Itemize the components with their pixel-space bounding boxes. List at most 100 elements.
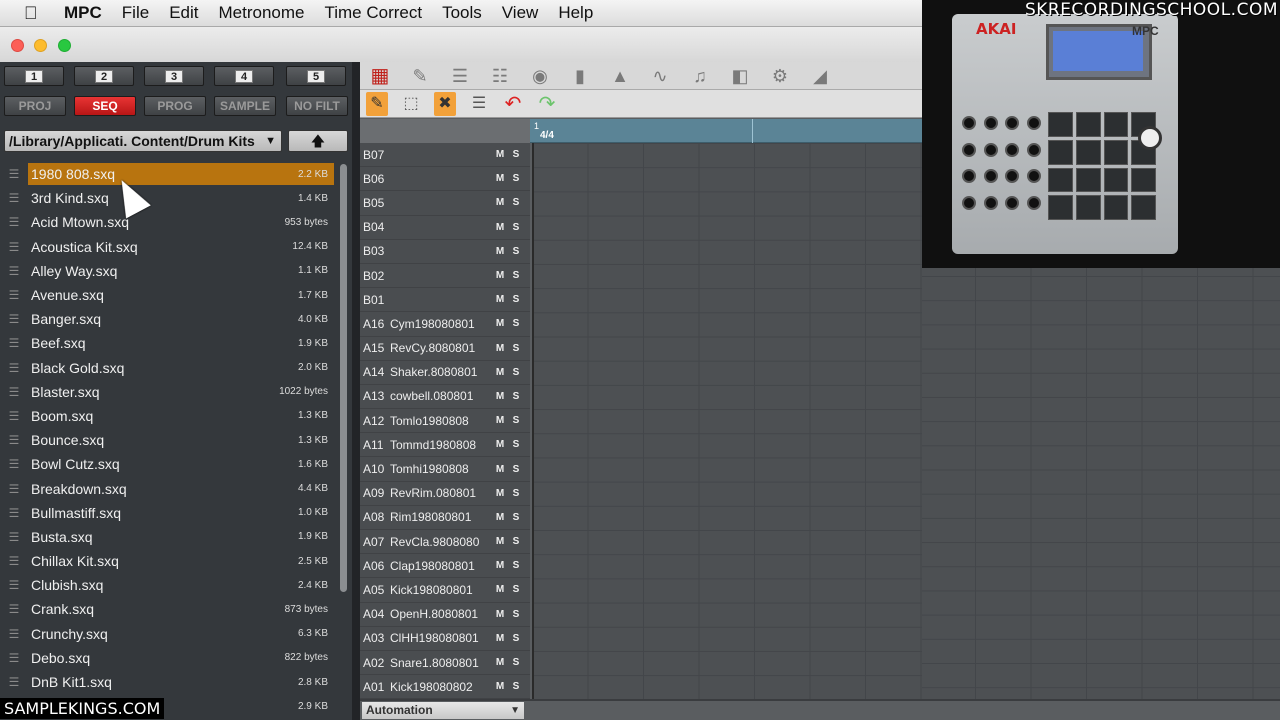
- mute-button[interactable]: M: [492, 415, 508, 426]
- solo-button[interactable]: S: [508, 657, 524, 668]
- mute-button[interactable]: M: [492, 367, 508, 378]
- mute-button[interactable]: M: [492, 197, 508, 208]
- pencil-tool-icon[interactable]: ✎: [400, 64, 440, 88]
- filter-sample-button[interactable]: SAMPLE: [214, 96, 276, 116]
- automation-icon[interactable]: ◢: [800, 64, 840, 88]
- plugin-icon[interactable]: ⚙: [760, 64, 800, 88]
- track-row[interactable]: A15 RevCy.8080801 M S: [360, 337, 530, 361]
- path-dropdown[interactable]: /Library/Applicati. Content/Drum Kits ▼: [4, 130, 282, 152]
- filter-seq-button[interactable]: SEQ: [74, 96, 136, 116]
- track-row[interactable]: B02 M S: [360, 264, 530, 289]
- track-row[interactable]: A11 Tommd1980808 M S: [360, 433, 530, 458]
- erase-tool-icon[interactable]: ✖: [434, 91, 456, 116]
- browser-slot-2-button[interactable]: 2: [74, 66, 134, 86]
- mute-button[interactable]: M: [492, 343, 508, 354]
- file-list-item[interactable]: ☰ DnB Kit1.sxq 2.8 KB: [0, 670, 338, 694]
- solo-button[interactable]: S: [508, 173, 524, 184]
- file-list-item[interactable]: ☰ Chillax Kit.sxq 2.5 KB: [0, 549, 338, 573]
- mute-button[interactable]: M: [492, 173, 508, 184]
- solo-button[interactable]: S: [508, 391, 524, 402]
- solo-button[interactable]: S: [508, 560, 524, 571]
- file-list-item[interactable]: ☰ Beef.sxq 1.9 KB: [0, 331, 338, 355]
- solo-button[interactable]: S: [508, 536, 524, 547]
- eye-icon[interactable]: ◉: [520, 64, 560, 88]
- mute-button[interactable]: M: [492, 512, 508, 523]
- menu-metronome[interactable]: Metronome: [218, 3, 304, 23]
- channel-mixer-icon[interactable]: ☷: [480, 64, 520, 88]
- solo-button[interactable]: S: [508, 584, 524, 595]
- file-list-item[interactable]: ☰ 1980 808.sxq 2.2 KB: [0, 162, 338, 186]
- minimize-window-button[interactable]: [34, 39, 47, 52]
- panel-divider[interactable]: [352, 62, 360, 720]
- file-list-item[interactable]: ☰ Bowl Cutz.sxq 1.6 KB: [0, 452, 338, 476]
- track-row[interactable]: B07 M S: [360, 143, 530, 168]
- mute-button[interactable]: M: [492, 391, 508, 402]
- file-list-item[interactable]: ☰ Debo.sxq 822 bytes: [0, 646, 338, 670]
- track-row[interactable]: A03 ClHH198080801 M S: [360, 627, 530, 651]
- file-list-item[interactable]: ☰ Crank.sxq 873 bytes: [0, 597, 338, 621]
- effects-icon[interactable]: ◧: [720, 64, 760, 88]
- file-list-item[interactable]: ☰ Blaster.sxq 1022 bytes: [0, 380, 338, 404]
- solo-button[interactable]: S: [508, 318, 524, 329]
- mute-button[interactable]: M: [492, 560, 508, 571]
- mute-button[interactable]: M: [492, 536, 508, 547]
- track-row[interactable]: A02 Snare1.8080801 M S: [360, 651, 530, 676]
- browser-slot-5-button[interactable]: 5: [286, 66, 346, 86]
- solo-button[interactable]: S: [508, 439, 524, 450]
- sample-edit-icon[interactable]: ▮: [560, 64, 600, 88]
- file-list-scrollbar[interactable]: [340, 164, 347, 592]
- solo-button[interactable]: S: [508, 609, 524, 620]
- undo-icon[interactable]: ↶: [496, 92, 530, 116]
- track-row[interactable]: B01 M S: [360, 288, 530, 313]
- mute-button[interactable]: M: [492, 681, 508, 692]
- solo-button[interactable]: S: [508, 681, 524, 692]
- track-row[interactable]: A06 Clap198080801 M S: [360, 554, 530, 579]
- redo-icon[interactable]: ↷: [530, 92, 564, 116]
- mute-button[interactable]: M: [492, 633, 508, 644]
- draw-tool-icon[interactable]: ✎: [366, 91, 388, 116]
- solo-button[interactable]: S: [508, 488, 524, 499]
- menu-edit[interactable]: Edit: [169, 3, 198, 23]
- file-list-item[interactable]: ☰ Banger.sxq 4.0 KB: [0, 307, 338, 331]
- apple-menu-icon[interactable]: : [24, 3, 46, 24]
- solo-button[interactable]: S: [508, 222, 524, 233]
- solo-button[interactable]: S: [508, 367, 524, 378]
- track-row[interactable]: A12 Tomlo1980808 M S: [360, 409, 530, 434]
- track-row[interactable]: A07 RevCla.9808080 M S: [360, 530, 530, 555]
- zoom-window-button[interactable]: [58, 39, 71, 52]
- menu-help[interactable]: Help: [558, 3, 593, 23]
- list-view-icon[interactable]: ☰: [462, 92, 496, 116]
- file-list-item[interactable]: ☰ Boom.sxq 1.3 KB: [0, 404, 338, 428]
- track-row[interactable]: B06 M S: [360, 167, 530, 192]
- grid-view-icon[interactable]: ▦: [360, 64, 400, 88]
- mute-button[interactable]: M: [492, 149, 508, 160]
- select-tool-icon[interactable]: ⬚: [394, 92, 428, 116]
- solo-button[interactable]: S: [508, 633, 524, 644]
- automation-dropdown[interactable]: Automation ▼: [362, 702, 524, 719]
- solo-button[interactable]: S: [508, 294, 524, 305]
- track-row[interactable]: A16 Cym198080801 M S: [360, 312, 530, 337]
- waveform-icon[interactable]: ∿: [640, 64, 680, 88]
- solo-button[interactable]: S: [508, 464, 524, 475]
- menu-app-name[interactable]: MPC: [64, 3, 102, 23]
- menu-file[interactable]: File: [122, 3, 149, 23]
- mixer-icon[interactable]: ☰: [440, 64, 480, 88]
- menu-time-correct[interactable]: Time Correct: [324, 3, 422, 23]
- file-list-item[interactable]: ☰ Acid Mtown.sxq 953 bytes: [0, 210, 338, 234]
- track-row[interactable]: A13 cowbell.080801 M S: [360, 385, 530, 410]
- track-row[interactable]: A05 Kick198080801 M S: [360, 578, 530, 603]
- browser-slot-1-button[interactable]: 1: [4, 66, 64, 86]
- mute-button[interactable]: M: [492, 318, 508, 329]
- track-row[interactable]: A01 Kick198080802 M S: [360, 675, 530, 700]
- menu-tools[interactable]: Tools: [442, 3, 482, 23]
- file-list-item[interactable]: ☰ 3rd Kind.sxq 1.4 KB: [0, 186, 338, 210]
- solo-button[interactable]: S: [508, 197, 524, 208]
- solo-button[interactable]: S: [508, 149, 524, 160]
- file-list-item[interactable]: ☰ Alley Way.sxq 1.1 KB: [0, 259, 338, 283]
- note-icon[interactable]: ♫: [680, 64, 720, 88]
- solo-button[interactable]: S: [508, 246, 524, 257]
- solo-button[interactable]: S: [508, 415, 524, 426]
- mute-button[interactable]: M: [492, 270, 508, 281]
- mute-button[interactable]: M: [492, 609, 508, 620]
- file-list-item[interactable]: ☰ Bounce.sxq 1.3 KB: [0, 428, 338, 452]
